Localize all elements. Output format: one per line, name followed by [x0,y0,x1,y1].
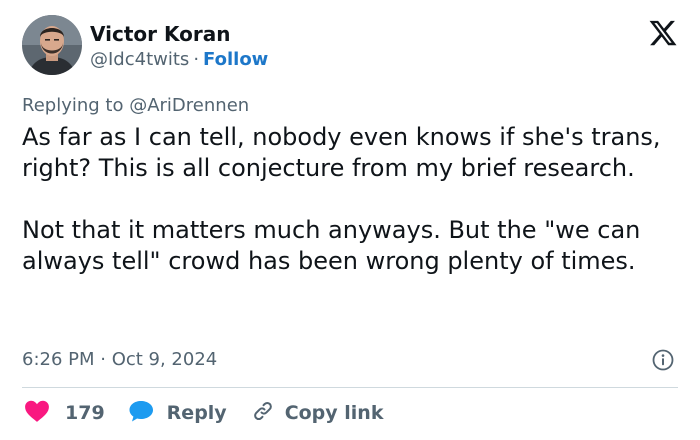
like-count: 179 [65,402,105,424]
heart-icon [24,399,50,427]
follow-button[interactable]: Follow [203,49,268,70]
info-icon[interactable] [652,349,674,371]
reply-label: Reply [166,402,227,424]
author-handle[interactable]: @Idc4twits [90,49,189,70]
link-icon [251,399,275,427]
speech-bubble-icon [129,399,155,427]
x-logo-icon[interactable] [648,18,678,48]
copy-link-button[interactable]: Copy link [251,399,384,427]
tweet-text: As far as I can tell, nobody even knows … [22,123,661,275]
tweet-card: Victor Koran @Idc4twits · Follow Replying … [0,0,700,440]
avatar-photo [22,15,82,75]
author-display-name[interactable]: Victor Koran [90,22,230,46]
reply-button[interactable]: Reply [129,399,227,427]
replying-to-line: Replying to @AriDrennen [22,95,249,116]
author-handle-row: @Idc4twits · Follow [90,49,268,70]
tweet-timestamp[interactable]: 6:26 PM · Oct 9, 2024 [22,349,217,370]
divider [22,387,678,388]
action-bar: 179 Reply Copy link [24,400,383,426]
reply-target-handle[interactable]: @AriDrennen [129,95,249,116]
copy-link-label: Copy link [284,402,384,424]
like-button[interactable]: 179 [24,399,105,427]
avatar[interactable] [22,15,82,75]
replying-to-prefix: Replying to [22,95,124,116]
handle-separator: · [193,49,200,70]
